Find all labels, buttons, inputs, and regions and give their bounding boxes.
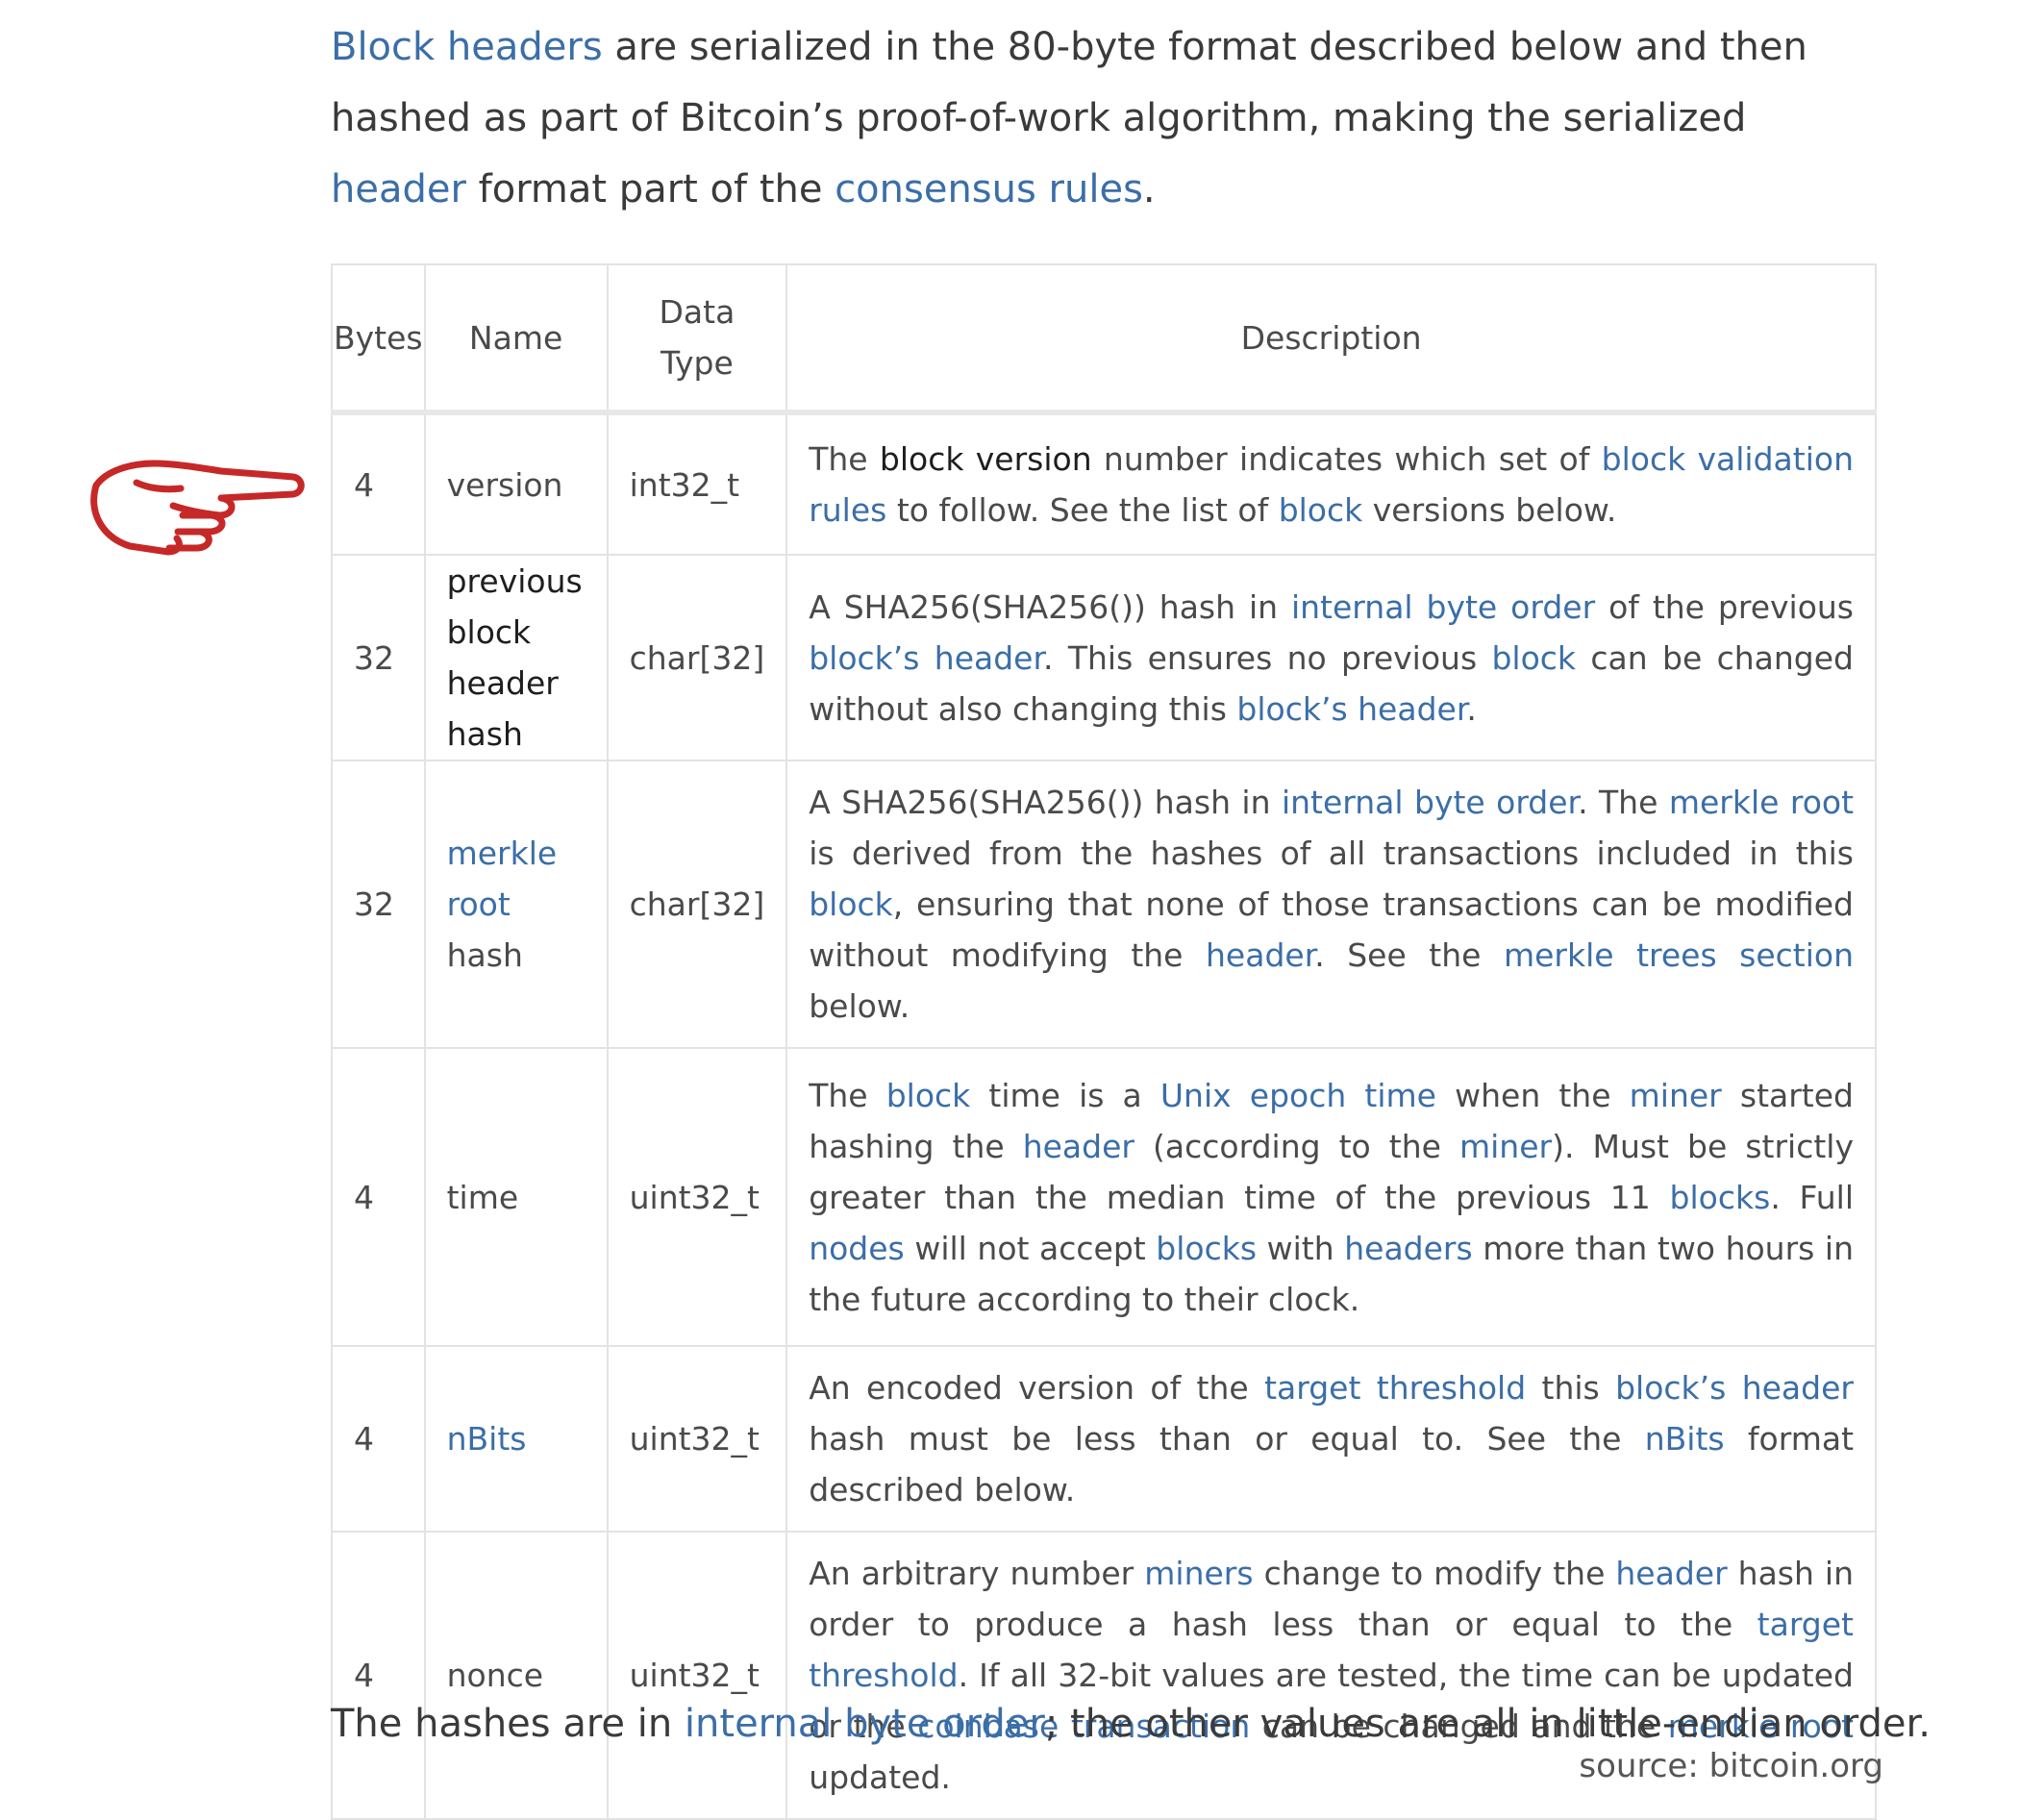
cell-name: version bbox=[423, 411, 609, 556]
description-text: hash must be less than or equal to. See … bbox=[809, 1420, 1645, 1458]
cell-name: time bbox=[423, 1047, 609, 1347]
description-text: versions below. bbox=[1362, 491, 1617, 529]
cell-name: previous block header hash bbox=[423, 554, 609, 761]
description-text: (according to the bbox=[1134, 1127, 1459, 1165]
description-text: A SHA256(SHA256()) hash in bbox=[809, 587, 1291, 626]
description-link[interactable]: block’s header bbox=[809, 639, 1043, 677]
description-link[interactable]: target threshold bbox=[1264, 1369, 1526, 1407]
description-text: . bbox=[1466, 689, 1477, 728]
cell-type: uint32_t bbox=[606, 1047, 788, 1347]
description-link[interactable]: miners bbox=[1144, 1555, 1253, 1592]
description-link[interactable]: merkle trees section bbox=[1504, 936, 1854, 974]
cell-bytes: 4 bbox=[331, 1531, 426, 1820]
link-nbits[interactable]: nBits bbox=[447, 1420, 527, 1458]
link-internal-byte-order[interactable]: internal byte order bbox=[685, 1702, 1045, 1746]
description-link[interactable]: miner bbox=[1459, 1128, 1552, 1165]
description-link[interactable]: block’s header bbox=[1615, 1369, 1854, 1407]
description-text: A SHA256(SHA256()) hash in bbox=[809, 784, 1282, 821]
description-link[interactable]: block bbox=[809, 885, 893, 923]
cell-type: char[32] bbox=[606, 760, 788, 1049]
description-text: of the previous bbox=[1595, 587, 1854, 626]
table-row: 4 nBits uint32_t An encoded version of t… bbox=[331, 1345, 1877, 1533]
cell-bytes: 4 bbox=[331, 411, 426, 556]
cell-bytes: 32 bbox=[331, 554, 426, 761]
table-row: 32 previous block header hash char[32] A… bbox=[331, 554, 1877, 761]
col-name: Name bbox=[423, 263, 609, 415]
description-text: this bbox=[1526, 1369, 1616, 1407]
cell-description: An encoded version of the target thresho… bbox=[785, 1345, 1877, 1533]
description-text: number indicates which set of bbox=[1091, 440, 1602, 478]
description-text: . This ensures no previous bbox=[1043, 638, 1492, 677]
table-row: 32 merkle root hash char[32] A SHA256(SH… bbox=[331, 760, 1877, 1049]
description-link[interactable]: block bbox=[1491, 639, 1576, 677]
link-consensus-rules[interactable]: consensus rules bbox=[835, 167, 1143, 212]
description-text: updated. bbox=[809, 1758, 951, 1796]
intro-paragraph: Block headers are serialized in the 80-b… bbox=[331, 12, 1879, 225]
description-text: An encoded version of the bbox=[809, 1369, 1265, 1407]
link-header[interactable]: header bbox=[331, 167, 466, 212]
cell-type: int32_t bbox=[606, 411, 788, 556]
cell-description: A SHA256(SHA256()) hash in internal byte… bbox=[785, 760, 1877, 1049]
description-link[interactable]: nBits bbox=[1645, 1420, 1725, 1458]
col-description: Description bbox=[785, 263, 1877, 415]
table-row: 4 version int32_t The block version numb… bbox=[331, 411, 1877, 556]
cell-description: A SHA256(SHA256()) hash in internal byte… bbox=[785, 554, 1877, 761]
description-link[interactable]: header bbox=[1206, 936, 1314, 974]
cell-type: uint32_t bbox=[606, 1345, 788, 1533]
description-link[interactable]: block bbox=[1279, 491, 1363, 529]
description-text: time is a bbox=[970, 1076, 1160, 1114]
description-text: when the bbox=[1435, 1076, 1630, 1114]
cell-name: merkle root hash bbox=[423, 760, 609, 1049]
col-data-type: Data Type bbox=[606, 263, 788, 415]
cell-type: uint32_t bbox=[606, 1531, 788, 1820]
cell-bytes: 4 bbox=[331, 1345, 426, 1533]
cell-description: The block time is a Unix epoch time when… bbox=[785, 1047, 1877, 1347]
description-link[interactable]: nodes bbox=[809, 1230, 905, 1267]
description-link[interactable]: blocks bbox=[1156, 1230, 1257, 1267]
description-link[interactable]: header bbox=[1023, 1128, 1134, 1165]
description-text: is derived from the hashes of all transa… bbox=[809, 835, 1854, 872]
cell-name: nonce bbox=[423, 1531, 609, 1820]
source-credit: source: bitcoin.org bbox=[1579, 1747, 1883, 1785]
cell-name: nBits bbox=[423, 1345, 609, 1533]
table-header-row: Bytes Name Data Type Description bbox=[331, 263, 1877, 415]
description-text: change to modify the bbox=[1253, 1555, 1616, 1592]
description-text: block version bbox=[879, 440, 1092, 478]
description-link[interactable]: internal byte order bbox=[1291, 588, 1595, 626]
description-text: The bbox=[809, 440, 880, 478]
description-text: to follow. See the list of bbox=[886, 491, 1279, 529]
description-text: An arbitrary number bbox=[809, 1555, 1145, 1592]
description-text: The bbox=[809, 1076, 886, 1114]
description-link[interactable]: blocks bbox=[1670, 1179, 1771, 1216]
description-link[interactable]: block bbox=[886, 1077, 971, 1114]
cell-bytes: 4 bbox=[331, 1047, 426, 1347]
intro-text-3: . bbox=[1142, 167, 1156, 212]
cell-description: The block version number indicates which… bbox=[785, 411, 1877, 556]
intro-text-2: format part of the bbox=[465, 167, 835, 212]
description-text: below. bbox=[809, 987, 910, 1025]
description-text: . See the bbox=[1314, 936, 1504, 974]
description-text: will not accept bbox=[904, 1229, 1157, 1267]
description-link[interactable]: merkle root bbox=[1669, 784, 1854, 821]
description-text: . Full bbox=[1770, 1178, 1854, 1216]
col-bytes: Bytes bbox=[331, 263, 426, 415]
description-link[interactable]: internal byte order bbox=[1282, 784, 1578, 821]
block-header-table: Bytes Name Data Type Description 4 versio… bbox=[331, 263, 1877, 1820]
description-link[interactable]: headers bbox=[1344, 1230, 1472, 1267]
description-text: . The bbox=[1578, 784, 1669, 821]
link-merkle-root[interactable]: merkle root bbox=[447, 835, 558, 923]
cell-bytes: 32 bbox=[331, 760, 426, 1049]
description-link[interactable]: header bbox=[1615, 1555, 1727, 1592]
table-row: 4 time uint32_t The block time is a Unix… bbox=[331, 1047, 1877, 1347]
pointing-hand-icon bbox=[90, 460, 305, 556]
link-block-headers[interactable]: Block headers bbox=[331, 25, 603, 69]
description-link[interactable]: Unix epoch time bbox=[1160, 1077, 1436, 1114]
footer-note: The hashes are in internal byte order; t… bbox=[331, 1702, 1932, 1746]
description-link[interactable]: miner bbox=[1630, 1077, 1722, 1114]
description-text: with bbox=[1257, 1229, 1345, 1267]
description-link[interactable]: block’s header bbox=[1236, 690, 1466, 728]
cell-type: char[32] bbox=[606, 554, 788, 761]
